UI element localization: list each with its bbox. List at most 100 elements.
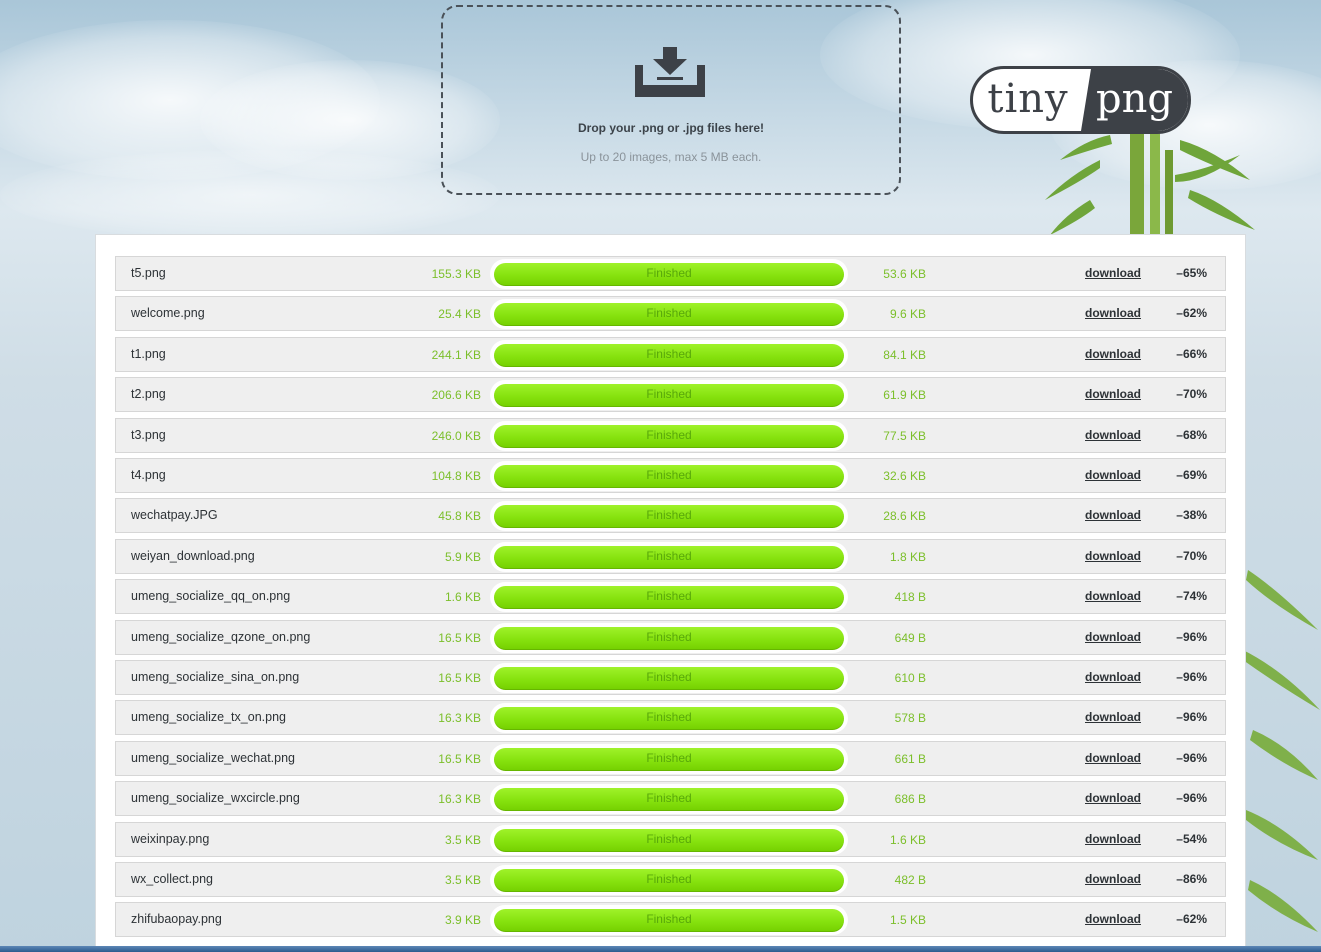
progress-bar: Finished (490, 421, 848, 451)
compressed-size: 1.6 KB (889, 833, 926, 847)
progress-fill: Finished (494, 667, 844, 690)
compressed-size: 53.6 KB (883, 267, 926, 281)
progress-fill: Finished (494, 505, 844, 528)
download-link[interactable]: download (1066, 661, 1141, 694)
file-name: weixinpay.png (131, 832, 210, 846)
progress-fill: Finished (494, 829, 844, 852)
download-link[interactable]: download (1066, 499, 1141, 532)
compressed-size: 77.5 KB (883, 429, 926, 443)
file-name: umeng_socialize_tx_on.png (131, 710, 286, 724)
file-name: t4.png (131, 468, 166, 482)
upload-dropzone[interactable]: Drop your .png or .jpg files here! Up to… (441, 5, 901, 195)
progress-fill: Finished (494, 869, 844, 892)
progress-bar: Finished (490, 501, 848, 531)
progress-bar: Finished (490, 380, 848, 410)
progress-fill: Finished (494, 909, 844, 932)
compressed-size: 661 B (894, 752, 926, 766)
file-row: umeng_socialize_tx_on.png 16.3 KB Finished… (115, 700, 1226, 735)
file-name: weiyan_download.png (131, 549, 255, 563)
saving-percent: –96% (1176, 630, 1207, 644)
progress-fill: Finished (494, 384, 844, 407)
saving-percent: –74% (1176, 589, 1207, 603)
download-link[interactable]: download (1066, 540, 1141, 573)
original-size: 244.1 KB (431, 348, 481, 362)
download-link[interactable]: download (1066, 419, 1141, 452)
original-size: 25.4 KB (438, 307, 481, 321)
file-name: welcome.png (131, 306, 205, 320)
download-link[interactable]: download (1066, 621, 1141, 654)
bamboo-decoration (1243, 570, 1320, 932)
file-name: umeng_socialize_qq_on.png (131, 589, 291, 603)
file-name: umeng_socialize_qzone_on.png (131, 630, 311, 644)
download-link[interactable]: download (1066, 903, 1141, 936)
progress-fill: Finished (494, 627, 844, 650)
progress-bar: Finished (490, 623, 848, 653)
download-link[interactable]: download (1066, 863, 1141, 896)
compressed-size: 610 B (894, 671, 926, 685)
saving-percent: –68% (1176, 428, 1207, 442)
original-size: 1.6 KB (444, 590, 481, 604)
file-row: umeng_socialize_sina_on.png 16.5 KB Finish… (115, 660, 1226, 695)
saving-percent: –65% (1176, 266, 1207, 280)
download-link[interactable]: download (1066, 701, 1141, 734)
progress-bar: Finished (490, 663, 848, 693)
original-size: 16.5 KB (438, 671, 481, 685)
compressed-size: 1.8 KB (889, 550, 926, 564)
file-row: weiyan_download.png 5.9 KB Finished 1.8 KB d… (115, 539, 1226, 574)
saving-percent: –69% (1176, 468, 1207, 482)
download-link[interactable]: download (1066, 378, 1141, 411)
progress-fill: Finished (494, 707, 844, 730)
file-row: zhifubaopay.png 3.9 KB Finished 1.5 KB downl… (115, 902, 1226, 937)
file-name: zhifubaopay.png (131, 912, 222, 926)
progress-fill: Finished (494, 465, 844, 488)
download-link[interactable]: download (1066, 580, 1141, 613)
saving-percent: –70% (1176, 549, 1207, 563)
progress-bar: Finished (490, 825, 848, 855)
original-size: 45.8 KB (438, 509, 481, 523)
file-name: umeng_socialize_wechat.png (131, 751, 295, 765)
compressed-size: 1.5 KB (889, 913, 926, 927)
original-size: 16.3 KB (438, 792, 481, 806)
progress-fill: Finished (494, 344, 844, 367)
compressed-size: 578 B (894, 711, 926, 725)
file-row: weixinpay.png 3.5 KB Finished 1.6 KB downloa… (115, 822, 1226, 857)
original-size: 104.8 KB (431, 469, 481, 483)
file-name: umeng_socialize_sina_on.png (131, 670, 300, 684)
progress-fill: Finished (494, 788, 844, 811)
download-link[interactable]: download (1066, 338, 1141, 371)
download-link[interactable]: download (1066, 257, 1141, 290)
progress-fill: Finished (494, 425, 844, 448)
original-size: 3.5 KB (444, 873, 481, 887)
compressed-size: 32.6 KB (883, 469, 926, 483)
file-name: t2.png (131, 387, 166, 401)
file-row: welcome.png 25.4 KB Finished 9.6 KB download… (115, 296, 1226, 331)
saving-percent: –96% (1176, 791, 1207, 805)
file-row: umeng_socialize_qq_on.png 1.6 KB Finished 4… (115, 579, 1226, 614)
file-row: umeng_socialize_wechat.png 16.5 KB Finishe… (115, 741, 1226, 776)
progress-fill: Finished (494, 303, 844, 326)
compressed-size: 686 B (894, 792, 926, 806)
file-name: umeng_socialize_wxcircle.png (131, 791, 300, 805)
tinypng-logo[interactable]: tiny png (970, 66, 1191, 134)
upload-subtitle: Up to 20 images, max 5 MB each. (580, 150, 762, 164)
file-name: wx_collect.png (131, 872, 213, 886)
upload-title: Drop your .png or .jpg files here! (577, 121, 764, 135)
download-link[interactable]: download (1066, 297, 1141, 330)
file-row: umeng_socialize_wxcircle.png 16.3 KB Finis… (115, 781, 1226, 816)
saving-percent: –96% (1176, 670, 1207, 684)
progress-bar: Finished (490, 299, 848, 329)
compressed-size: 649 B (894, 631, 926, 645)
original-size: 3.5 KB (444, 833, 481, 847)
progress-bar: Finished (490, 340, 848, 370)
download-link[interactable]: download (1066, 782, 1141, 815)
download-link[interactable]: download (1066, 823, 1141, 856)
file-name: t1.png (131, 347, 166, 361)
progress-bar: Finished (490, 744, 848, 774)
saving-percent: –66% (1176, 347, 1207, 361)
taskbar (0, 946, 1321, 952)
progress-fill: Finished (494, 748, 844, 771)
download-link[interactable]: download (1066, 459, 1141, 492)
saving-percent: –86% (1176, 872, 1207, 886)
compressed-size: 61.9 KB (883, 388, 926, 402)
download-link[interactable]: download (1066, 742, 1141, 775)
